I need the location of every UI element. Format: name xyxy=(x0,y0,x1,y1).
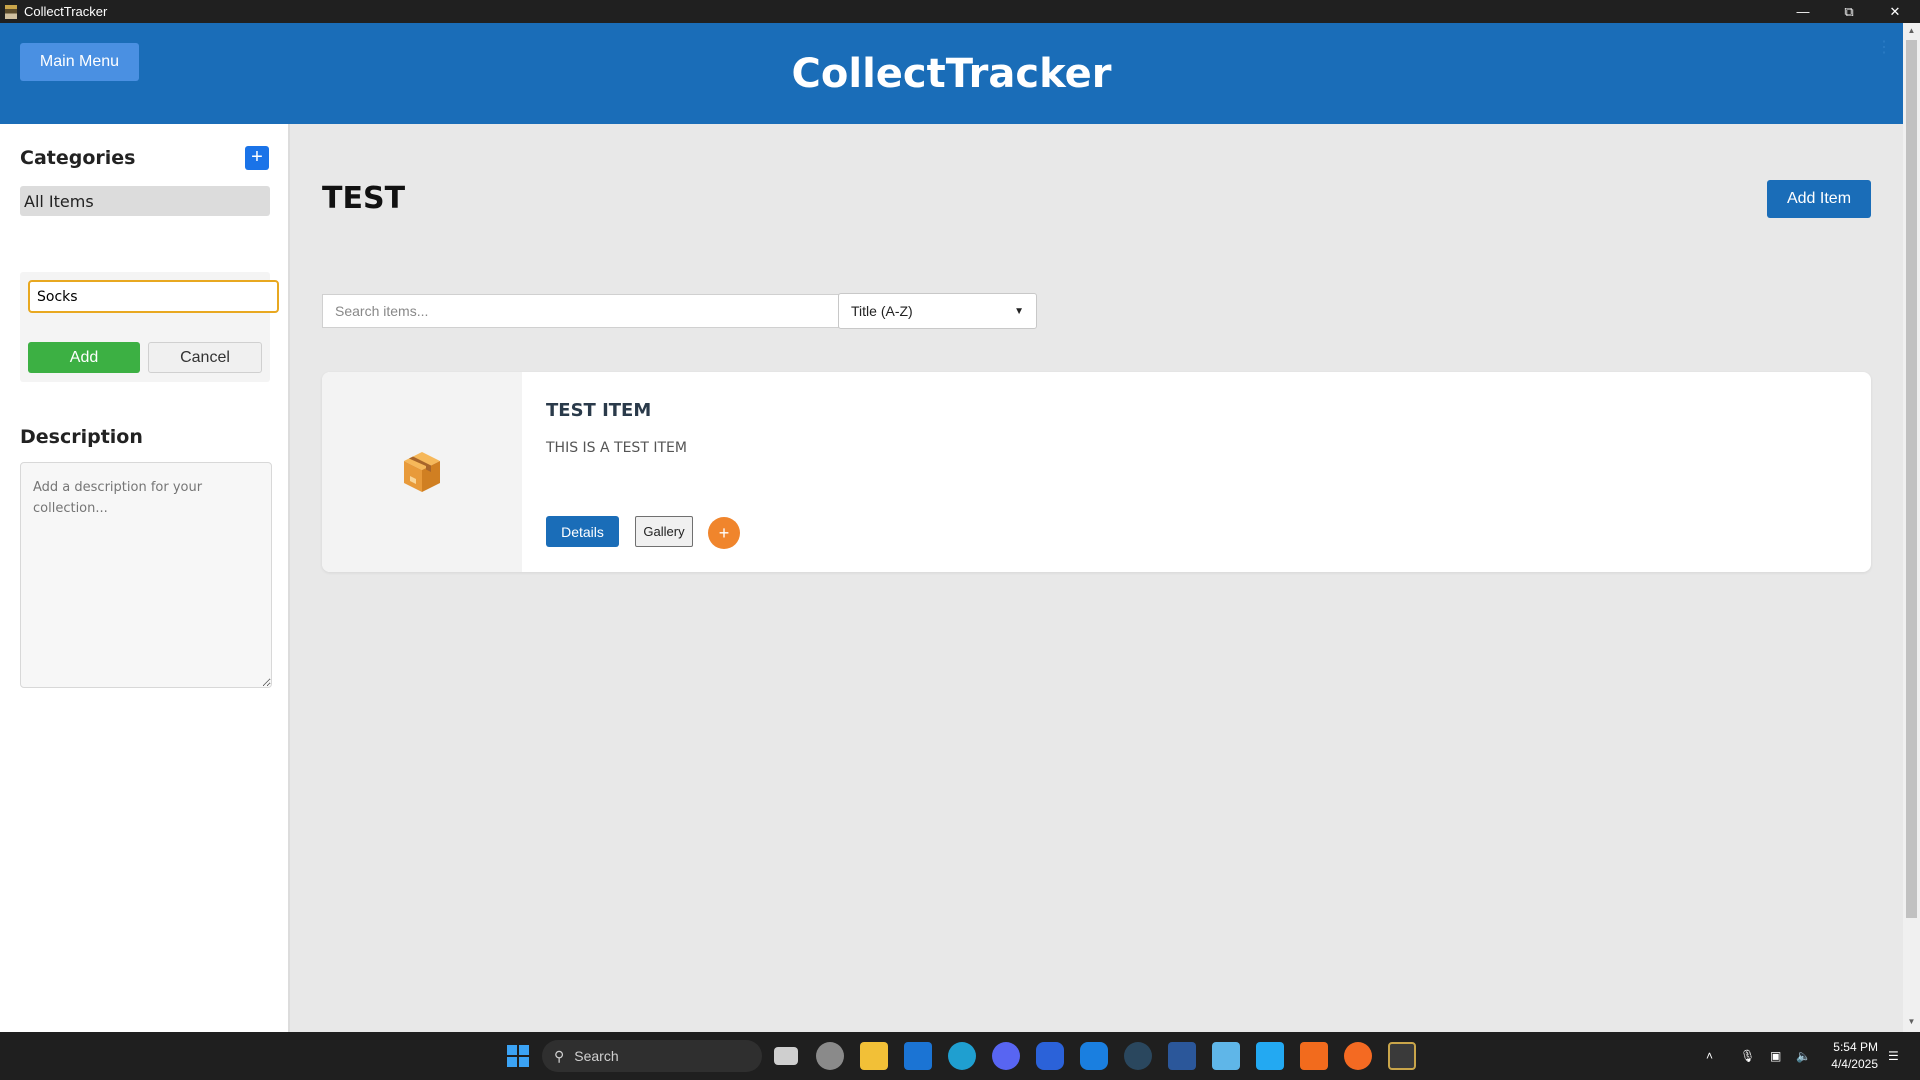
notification-icon[interactable]: ☰ xyxy=(1888,1032,1899,1080)
discord-icon[interactable] xyxy=(992,1042,1020,1070)
scroll-thumb[interactable] xyxy=(1906,40,1917,918)
scroll-down-icon[interactable]: ▼ xyxy=(1906,1017,1917,1029)
box-icon xyxy=(404,452,440,492)
sort-select-value: Title (A-Z) xyxy=(851,303,913,319)
sidebar: Categories + All Items Add Cancel Descri… xyxy=(0,124,290,1032)
clock-time: 5:54 PM xyxy=(1833,1040,1878,1054)
volume-icon[interactable]: 🔈 xyxy=(1796,1032,1811,1080)
scroll-up-icon[interactable]: ▲ xyxy=(1906,26,1917,38)
description-heading: Description xyxy=(20,426,143,448)
settings-icon[interactable] xyxy=(816,1042,844,1070)
window-titlebar: CollectTracker — ⧉ ✕ xyxy=(0,0,1920,23)
item-title: TEST ITEM xyxy=(546,400,652,421)
edge-icon[interactable] xyxy=(948,1042,976,1070)
vscode-icon[interactable] xyxy=(1256,1042,1284,1070)
network-icon[interactable]: ▣ xyxy=(1770,1032,1781,1080)
chevron-down-icon: ▼ xyxy=(1014,305,1024,317)
restore-button[interactable]: ⧉ xyxy=(1826,0,1872,23)
add-category-cancel-button[interactable]: Cancel xyxy=(148,342,262,373)
more-options-icon[interactable]: ⋮ xyxy=(1876,37,1892,57)
app-title: CollectTracker xyxy=(791,51,1112,97)
chevron-up-icon[interactable]: ˄ xyxy=(1706,1032,1713,1080)
close-button[interactable]: ✕ xyxy=(1872,0,1918,23)
search-icon: ⚲ xyxy=(554,1047,565,1064)
new-category-input[interactable] xyxy=(28,280,279,313)
task-view-icon[interactable] xyxy=(774,1047,798,1065)
steam-icon[interactable] xyxy=(1124,1042,1152,1070)
clock-date: 4/4/2025 xyxy=(1831,1057,1878,1071)
add-item-button[interactable]: Add Item xyxy=(1767,180,1871,218)
windows-start-icon[interactable] xyxy=(504,1042,532,1070)
app-icon-blue[interactable] xyxy=(1036,1042,1064,1070)
item-thumbnail[interactable] xyxy=(322,372,522,572)
app-header: Main Menu CollectTracker ⋮ xyxy=(0,23,1903,124)
notepad-icon[interactable] xyxy=(1212,1042,1240,1070)
page-scrollbar[interactable]: ▲ ▼ xyxy=(1903,23,1920,1032)
xampp-icon[interactable] xyxy=(1300,1042,1328,1070)
item-description: THIS IS A TEST ITEM xyxy=(546,440,687,456)
minimize-button[interactable]: — xyxy=(1780,0,1826,23)
item-card: TEST ITEM THIS IS A TEST ITEM Details Ga… xyxy=(322,372,1871,572)
add-to-item-button[interactable]: + xyxy=(708,517,740,549)
taskbar: ⚲ Search ˄ 🎙 ▣ 🔈 5:54 PM 4/4/2025 ☰ xyxy=(0,1032,1920,1080)
details-button[interactable]: Details xyxy=(546,516,619,547)
app-icon-orange[interactable] xyxy=(1344,1042,1372,1070)
category-item-all-items[interactable]: All Items xyxy=(20,186,270,216)
collection-title: TEST xyxy=(322,181,406,216)
description-textarea[interactable] xyxy=(20,462,272,688)
gallery-button[interactable]: Gallery xyxy=(635,516,693,547)
outlook-icon[interactable] xyxy=(904,1042,932,1070)
bing-icon[interactable] xyxy=(1080,1042,1108,1070)
taskbar-search[interactable]: ⚲ Search xyxy=(542,1040,762,1072)
add-category-confirm-button[interactable]: Add xyxy=(28,342,140,373)
collecttracker-taskbar-icon[interactable] xyxy=(1388,1042,1416,1070)
taskbar-search-label: Search xyxy=(574,1048,619,1064)
taskbar-clock[interactable]: 5:54 PM 4/4/2025 xyxy=(1816,1039,1878,1073)
add-category-button[interactable]: + xyxy=(245,146,269,170)
app-icon xyxy=(5,4,17,19)
window-title: CollectTracker xyxy=(24,4,108,19)
microphone-icon[interactable]: 🎙 xyxy=(1740,1032,1755,1080)
sort-select[interactable]: Title (A-Z) ▼ xyxy=(838,293,1037,329)
file-explorer-icon[interactable] xyxy=(860,1042,888,1070)
categories-heading: Categories xyxy=(20,147,136,169)
word-icon[interactable] xyxy=(1168,1042,1196,1070)
new-category-form: Add Cancel xyxy=(20,272,279,382)
search-items-input[interactable] xyxy=(322,294,839,328)
